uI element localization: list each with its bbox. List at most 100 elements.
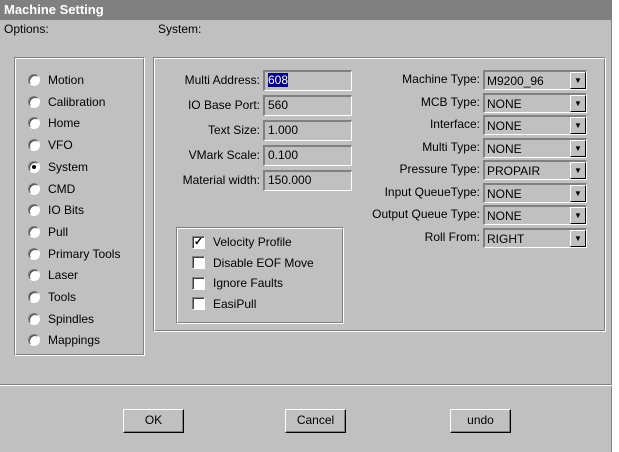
selected-value: RIGHT <box>487 231 525 246</box>
separator <box>0 384 612 386</box>
selected-value: M9200_96 <box>487 74 544 88</box>
field-label: Material width: <box>182 173 260 187</box>
radio-button[interactable] <box>28 291 40 303</box>
vmark-scale-input[interactable]: 0.100 <box>263 145 352 166</box>
input-queuetype-select[interactable]: NONE ▼ <box>483 182 587 203</box>
radio-button[interactable] <box>28 95 40 108</box>
option-label: System <box>48 159 89 174</box>
combo-label: Pressure Type: <box>399 162 480 176</box>
option-primary-tools[interactable]: Primary Tools <box>28 244 120 264</box>
field-label: VMark Scale: <box>188 148 260 162</box>
check-easipull[interactable]: EasiPull <box>192 294 256 314</box>
option-pull[interactable]: Pull <box>28 222 68 242</box>
checkbox[interactable] <box>192 297 205 310</box>
pressure-type-select[interactable]: PROPAIR ▼ <box>483 160 587 180</box>
radio-button[interactable] <box>28 247 40 260</box>
checkbox-label: EasiPull <box>213 296 257 311</box>
selected-value: NONE <box>487 141 522 156</box>
checkbox-label: Disable EOF Move <box>213 255 314 270</box>
chevron-down-icon[interactable]: ▼ <box>570 184 586 202</box>
system-label: System: <box>158 22 202 36</box>
radio-button[interactable] <box>28 204 40 217</box>
option-vfo[interactable]: VFO <box>28 135 73 155</box>
ok-button[interactable]: OK <box>123 409 184 433</box>
option-label: Primary Tools <box>48 246 121 261</box>
option-home[interactable]: Home <box>28 113 80 133</box>
material-width-input[interactable]: 150.000 <box>263 170 352 191</box>
option-label: Spindles <box>48 311 95 326</box>
chevron-down-icon[interactable]: ▼ <box>570 117 586 134</box>
chevron-down-icon[interactable]: ▼ <box>570 139 586 157</box>
io-base-port-input[interactable]: 560 <box>263 95 352 116</box>
chevron-down-icon[interactable]: ▼ <box>570 94 586 112</box>
multi-type-select[interactable]: NONE ▼ <box>483 137 587 158</box>
field-value: 150.000 <box>268 173 312 187</box>
radio-button[interactable] <box>28 312 40 325</box>
field-value: 0.100 <box>268 148 299 162</box>
checkbox[interactable] <box>192 276 205 290</box>
text-size-input[interactable]: 1.000 <box>263 120 352 141</box>
field-label: Multi Address: <box>184 73 260 87</box>
interface-select[interactable]: NONE ▼ <box>483 115 587 135</box>
combo-label: Machine Type: <box>402 72 480 86</box>
chevron-down-icon[interactable]: ▼ <box>570 72 586 89</box>
field-label: Text Size: <box>207 123 260 137</box>
option-label: Motion <box>48 73 85 87</box>
selected-value: NONE <box>487 186 522 201</box>
option-system[interactable]: System <box>28 157 88 177</box>
selected-value: PROPAIR <box>487 164 541 178</box>
check-ignore-faults[interactable]: Ignore Faults <box>192 273 283 293</box>
selected-value: NONE <box>487 96 522 111</box>
option-mappings[interactable]: Mappings <box>28 330 100 350</box>
option-label: CMD <box>48 181 76 196</box>
chevron-down-icon[interactable]: ▼ <box>570 207 586 224</box>
multi-address-input[interactable]: 608 <box>263 70 352 91</box>
combo-label: Interface: <box>429 117 480 131</box>
chevron-down-icon[interactable]: ▼ <box>570 229 586 247</box>
option-motion[interactable]: Motion <box>28 70 84 90</box>
option-label: Home <box>48 116 81 131</box>
radio-button[interactable] <box>28 117 40 130</box>
selected-value: NONE <box>487 119 522 133</box>
check-velocity-profile[interactable]: ✓ Velocity Profile <box>192 232 292 252</box>
undo-button[interactable]: undo <box>450 409 511 433</box>
radio-button[interactable] <box>28 225 40 238</box>
options-group: Motion Calibration Home VFO System CMD IO Bits… <box>14 57 145 356</box>
radio-button[interactable] <box>28 269 40 282</box>
checkbox[interactable]: ✓ <box>192 235 205 249</box>
field-label: IO Base Port: <box>187 98 260 112</box>
output-queue-type-select[interactable]: NONE ▼ <box>483 205 587 225</box>
field-value: 1.000 <box>268 123 299 137</box>
checkbox-label: Velocity Profile <box>213 235 292 249</box>
option-cmd[interactable]: CMD <box>28 179 75 199</box>
option-label: Pull <box>48 224 69 239</box>
option-spindles[interactable]: Spindles <box>28 309 94 329</box>
option-label: Mappings <box>48 333 101 348</box>
radio-button[interactable] <box>28 74 40 86</box>
option-label: Tools <box>48 290 77 304</box>
combo-label: Roll From: <box>424 229 480 244</box>
mcb-type-select[interactable]: NONE ▼ <box>483 92 587 113</box>
option-label: Laser <box>48 268 79 283</box>
option-calibration[interactable]: Calibration <box>28 92 105 112</box>
option-label: VFO <box>48 138 73 153</box>
checkbox-label: Ignore Faults <box>213 276 284 290</box>
check-disable-eof-move[interactable]: Disable EOF Move <box>192 253 314 273</box>
machine-setting-window: Machine Setting Options: System: Motion C… <box>0 0 612 452</box>
radio-button[interactable] <box>28 182 40 195</box>
option-laser[interactable]: Laser <box>28 265 78 285</box>
option-io-bits[interactable]: IO Bits <box>28 200 84 220</box>
option-tools[interactable]: Tools <box>28 287 76 307</box>
machine-type-select[interactable]: M9200_96 ▼ <box>483 70 587 90</box>
checkbox[interactable] <box>192 256 205 269</box>
combo-label: MCB Type: <box>420 94 480 109</box>
radio-button[interactable] <box>28 334 40 347</box>
window-title: Machine Setting <box>0 0 612 20</box>
radio-button[interactable] <box>28 139 40 152</box>
chevron-down-icon[interactable]: ▼ <box>570 162 586 179</box>
combo-label: Multi Type: <box>422 139 480 154</box>
option-label: IO Bits <box>48 203 85 218</box>
roll-from-select[interactable]: RIGHT ▼ <box>483 227 587 248</box>
cancel-button[interactable]: Cancel <box>285 409 346 433</box>
radio-button[interactable] <box>28 160 40 173</box>
